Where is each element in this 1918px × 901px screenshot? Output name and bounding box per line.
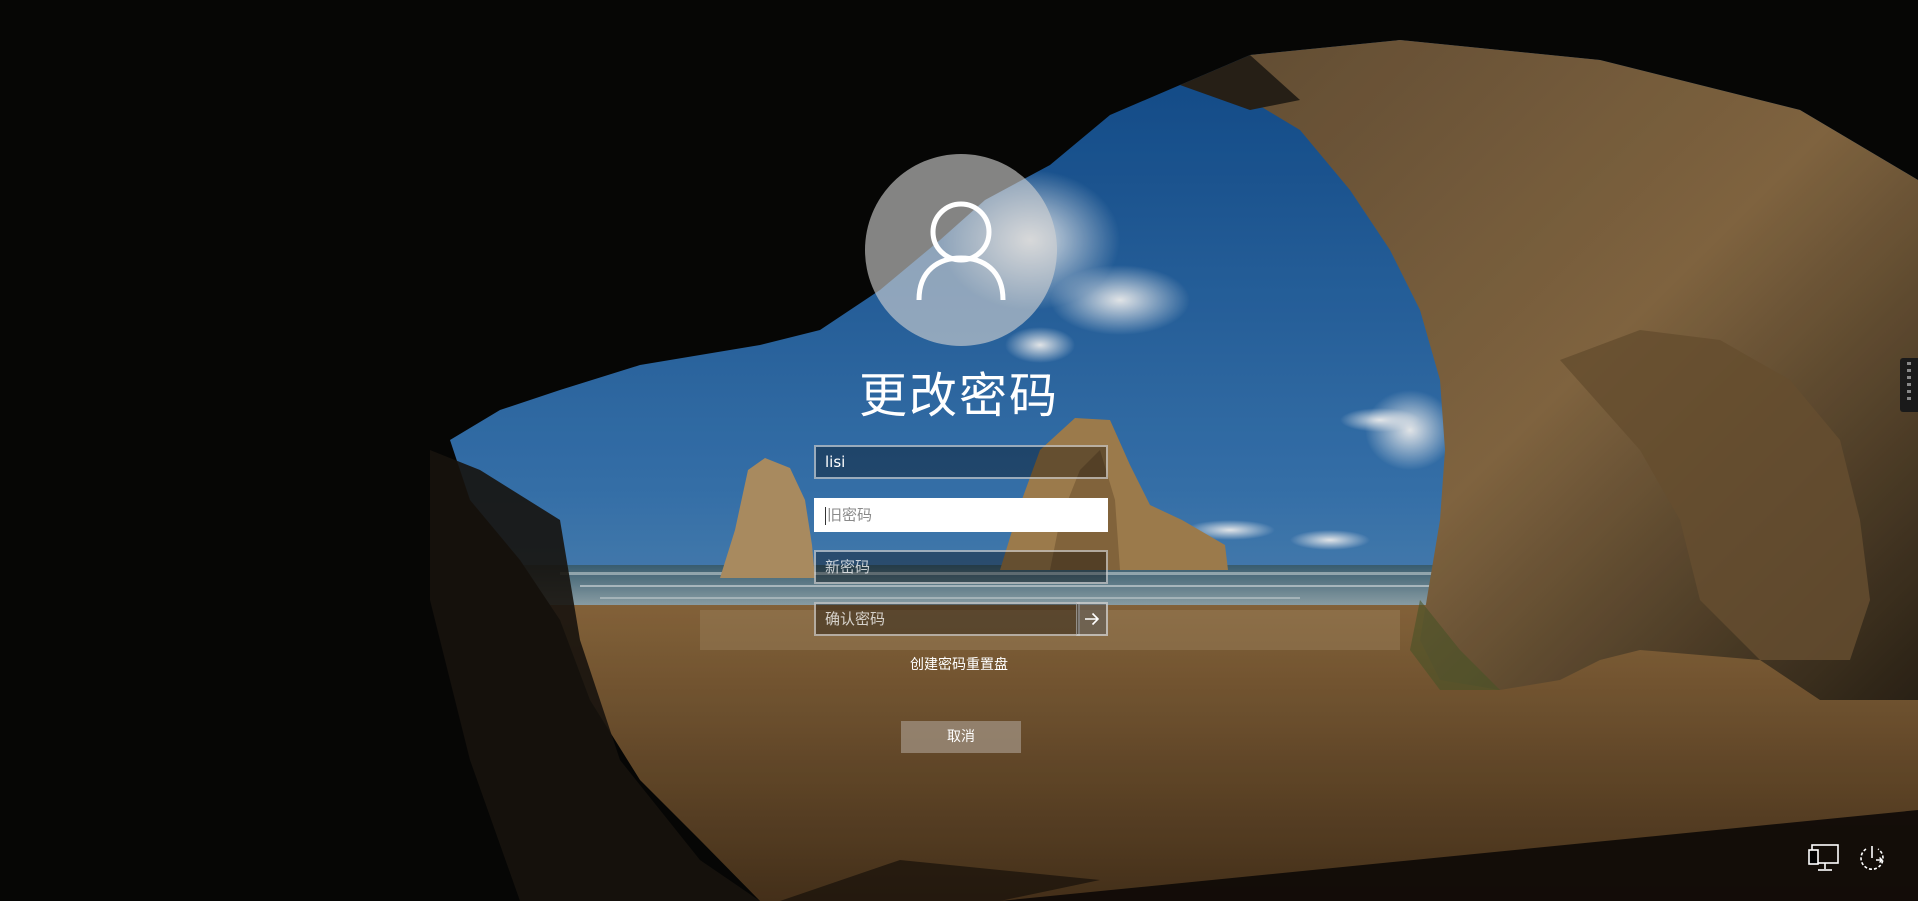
lock-screen: 更改密码 lisi 旧密码 新密码 确认密码 创建密码重置盘 取消 (0, 0, 1918, 901)
power-icon[interactable] (1854, 840, 1890, 876)
text-caret (825, 506, 826, 525)
new-password-field[interactable]: 新密码 (814, 550, 1108, 584)
network-icon[interactable] (1806, 840, 1842, 876)
create-reset-disk-link[interactable]: 创建密码重置盘 (0, 654, 1918, 674)
old-password-field[interactable]: 旧密码 (814, 498, 1108, 532)
user-avatar (865, 154, 1057, 346)
confirm-password-placeholder: 确认密码 (825, 610, 886, 628)
cancel-button[interactable]: 取消 (901, 721, 1021, 753)
new-password-placeholder: 新密码 (825, 558, 871, 576)
page-title: 更改密码 (858, 368, 1059, 424)
side-panel-handle[interactable] (1900, 358, 1918, 412)
old-password-placeholder: 旧密码 (827, 506, 873, 524)
submit-button[interactable] (1076, 602, 1108, 636)
user-icon (916, 201, 1006, 301)
confirm-password-field[interactable]: 确认密码 (814, 602, 1080, 636)
arrow-right-icon (1084, 612, 1099, 626)
username-field[interactable]: lisi (814, 445, 1108, 479)
